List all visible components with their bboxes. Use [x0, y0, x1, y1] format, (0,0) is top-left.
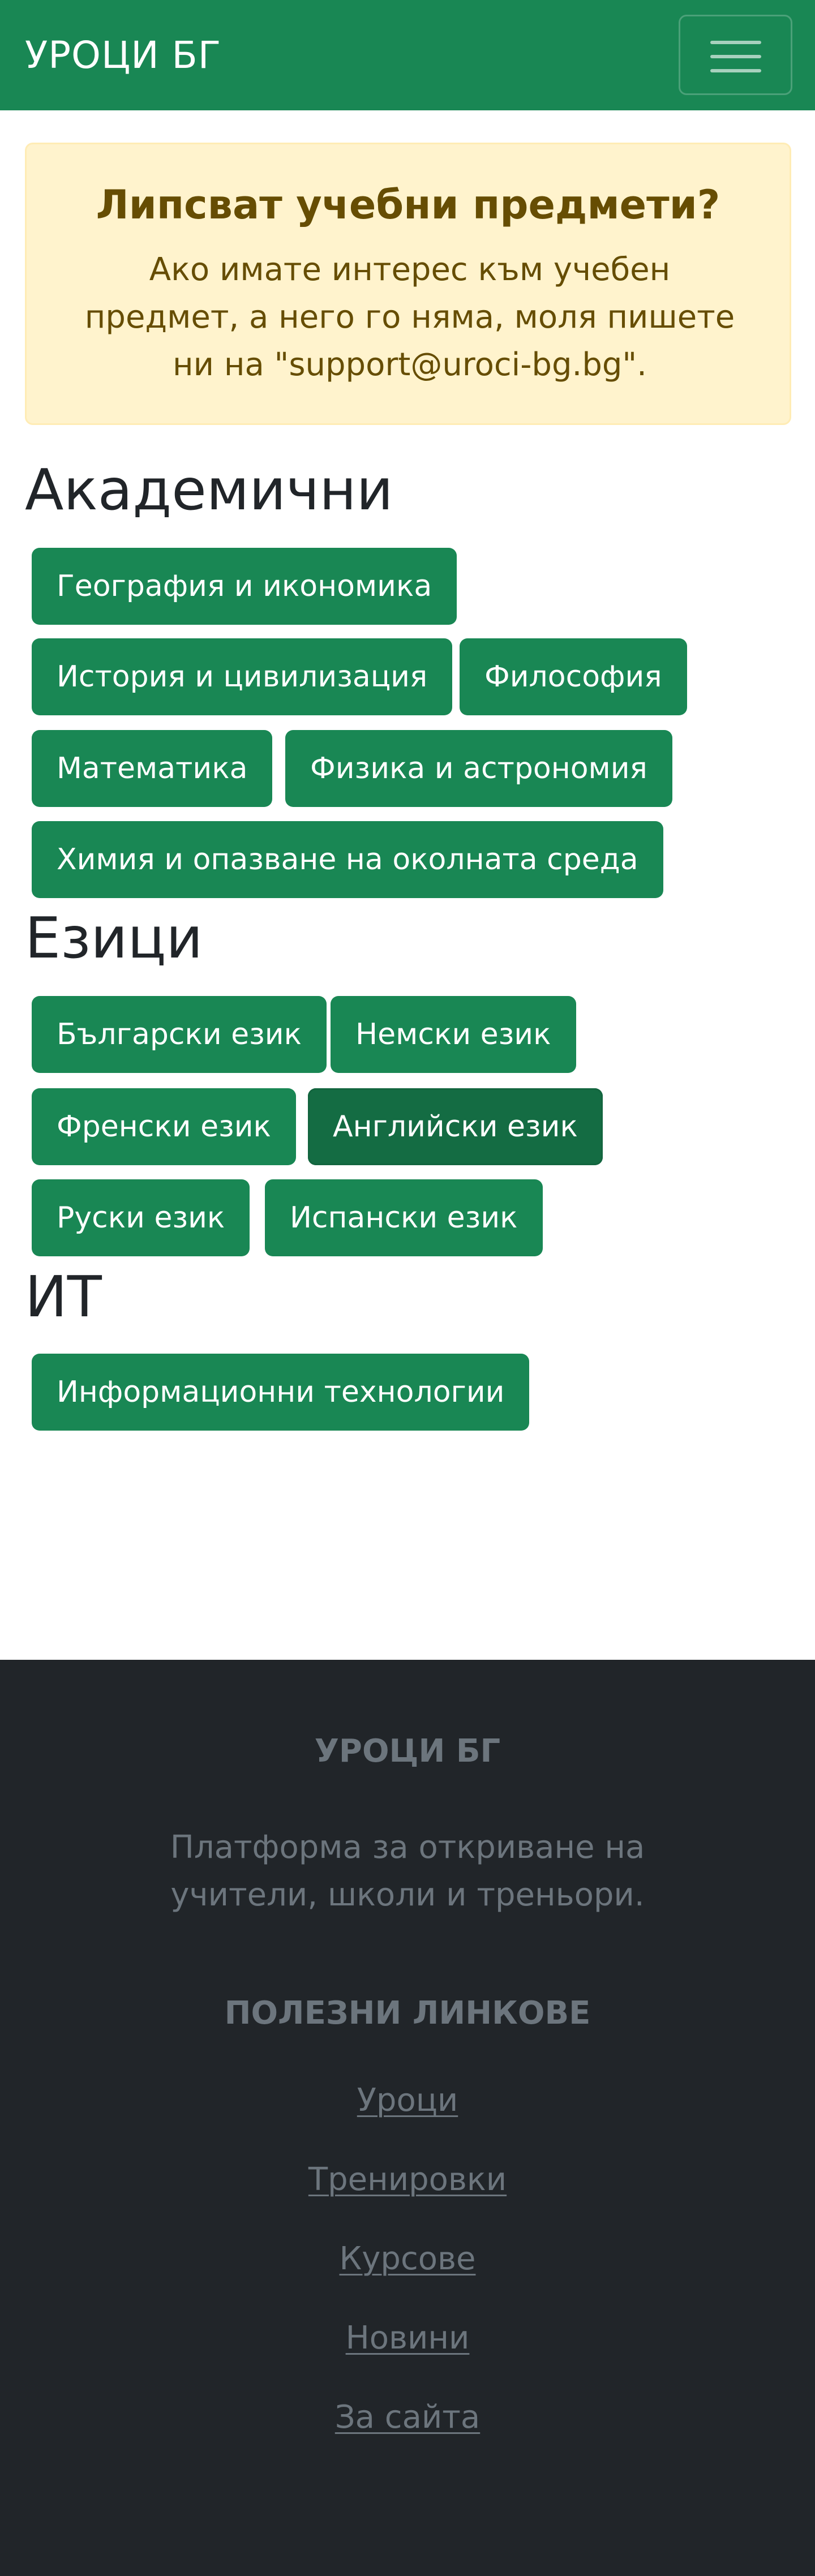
alert-text: Ако имате интерес към учебен предмет, а …	[84, 251, 735, 383]
subject-button-information-technologies[interactable]: Информационни технологии	[32, 1354, 530, 1431]
subject-button-russian[interactable]: Руски език	[32, 1179, 250, 1256]
subject-button-french[interactable]: Френски език	[32, 1088, 296, 1165]
footer-links-title: ПОЛЕЗНИ ЛИНКОВЕ	[224, 1995, 591, 2032]
top-navbar: УРОЦИ БГ	[0, 0, 815, 110]
brand-logo-link[interactable]: УРОЦИ БГ	[25, 33, 221, 78]
subject-button-bulgarian[interactable]: Български език	[32, 996, 327, 1073]
subject-button-german[interactable]: Немски език	[331, 996, 576, 1073]
subject-button-mathematics[interactable]: Математика	[32, 730, 273, 807]
footer-tagline: Платформа за откриване на учители, школи…	[170, 1829, 645, 1913]
footer-link-about[interactable]: За сайта	[0, 2398, 815, 2437]
subject-button-physics-astronomy[interactable]: Физика и астрономия	[285, 730, 672, 807]
subject-button-geography-economics[interactable]: География и икономика	[32, 548, 457, 625]
section-heading-it: ИТ	[25, 1264, 102, 1330]
navbar-toggle-button[interactable]	[679, 15, 792, 95]
alert-title: Липсват учебни предмети?	[96, 182, 720, 228]
footer-link-courses[interactable]: Курсове	[0, 2239, 815, 2279]
footer-link-news[interactable]: Новини	[0, 2319, 815, 2358]
subject-button-chemistry-environment[interactable]: Химия и опазване на околната среда	[32, 821, 663, 898]
footer-brand: УРОЦИ БГ	[314, 1733, 501, 1770]
subject-button-spanish[interactable]: Испански език	[265, 1179, 543, 1256]
footer-link-trainings[interactable]: Тренировки	[0, 2160, 815, 2200]
page-footer: УРОЦИ БГ Платформа за откриване на учите…	[0, 1660, 815, 2576]
footer-link-lessons[interactable]: Уроци	[0, 2081, 815, 2120]
section-heading-languages: Езици	[25, 905, 203, 971]
subject-button-philosophy[interactable]: Философия	[460, 638, 687, 715]
section-heading-academic: Академични	[25, 457, 393, 523]
subject-button-history-civilization[interactable]: История и цивилизация	[32, 638, 453, 715]
missing-subjects-alert: Липсват учебни предмети? Ако имате интер…	[25, 143, 791, 425]
subject-button-english[interactable]: Английски език	[308, 1088, 603, 1165]
